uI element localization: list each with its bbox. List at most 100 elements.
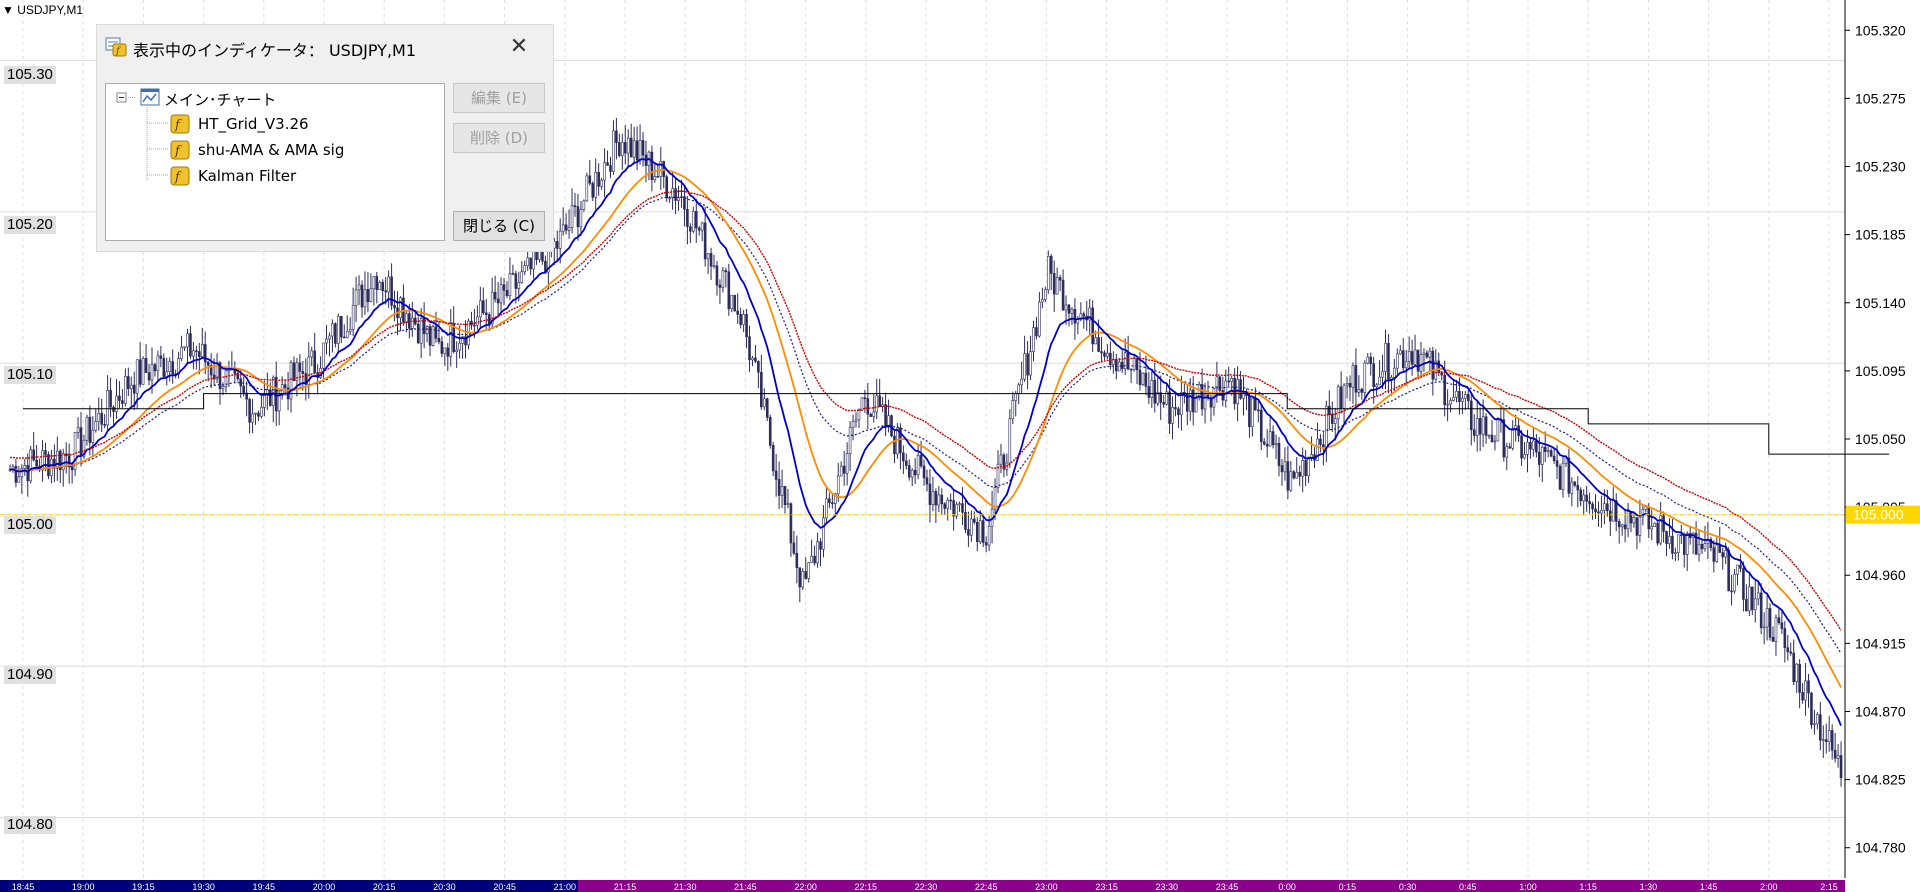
candle-body <box>1762 626 1766 629</box>
candle-body <box>810 555 813 563</box>
candle-body <box>23 465 27 469</box>
candle-body <box>751 357 754 361</box>
candle-body <box>1082 313 1086 317</box>
candle-body <box>511 273 515 275</box>
candle-body <box>1372 363 1375 388</box>
candle-body <box>1067 304 1071 314</box>
candle-body <box>1094 337 1097 345</box>
candle-body <box>1354 365 1358 393</box>
candle-body <box>641 140 645 156</box>
candle-body <box>603 162 606 181</box>
candle-body <box>1029 351 1032 376</box>
tree-item-main-chart[interactable]: メイン･チャート <box>164 89 276 110</box>
candle-body <box>189 333 192 357</box>
time-tick-label: 0:30 <box>1399 882 1417 892</box>
candle-body <box>999 454 1003 465</box>
candle-body <box>1120 361 1124 370</box>
candle-body <box>591 182 595 198</box>
candle-body <box>854 419 858 422</box>
candle-body <box>493 291 497 300</box>
candle-body <box>754 357 757 362</box>
candle-body <box>1668 535 1671 544</box>
candle-body <box>760 371 763 408</box>
candle-body <box>777 479 781 496</box>
candle-body <box>1508 446 1512 449</box>
candle-body <box>1801 692 1804 701</box>
tree-item-indicator[interactable]: shu-AMA & AMA sig <box>198 141 344 159</box>
candle-body <box>88 416 92 443</box>
candle-body <box>600 179 603 187</box>
time-tick-label: 0:00 <box>1278 882 1296 892</box>
candle-body <box>798 567 802 588</box>
candle-body <box>1283 461 1287 473</box>
close-icon[interactable]: ✕ <box>505 33 533 61</box>
candle-body <box>958 503 961 505</box>
candle-body <box>1561 463 1565 490</box>
candle-body <box>502 284 506 291</box>
candle-body <box>1827 730 1831 742</box>
candle-body <box>875 395 879 413</box>
candle-body <box>1582 494 1585 502</box>
edit-button[interactable]: 編集 (E) <box>453 83 545 113</box>
candle-body <box>736 310 739 315</box>
candle-body <box>863 397 867 399</box>
candle-body <box>446 347 450 357</box>
candle-body <box>1635 517 1639 536</box>
candle-body <box>159 355 163 359</box>
candle-body <box>606 162 609 166</box>
candle-body <box>757 361 760 373</box>
candle-body <box>1265 443 1269 447</box>
candle-body <box>1038 301 1041 337</box>
candle-body <box>1404 360 1408 369</box>
time-tick-label: 22:30 <box>915 882 938 892</box>
candle-body <box>97 412 101 422</box>
tree-item-indicator[interactable]: Kalman Filter <box>198 167 296 185</box>
close-button[interactable]: 閉じる (C) <box>453 211 545 241</box>
candle-body <box>1464 394 1467 399</box>
candle-body <box>984 542 988 546</box>
candle-body <box>1700 543 1704 550</box>
candle-body <box>109 390 112 408</box>
candle-body <box>774 470 778 480</box>
time-tick-label: 21:30 <box>674 882 697 892</box>
candle-body <box>76 427 80 433</box>
candle-body <box>1301 460 1304 477</box>
candle-body <box>561 224 565 232</box>
candle-body <box>200 344 204 357</box>
candle-body <box>1449 400 1452 405</box>
time-tick-label: 2:15 <box>1820 882 1838 892</box>
time-tick-label: 18:45 <box>12 882 35 892</box>
candle-body <box>35 459 38 467</box>
candle-body <box>748 336 751 361</box>
candle-body <box>987 526 991 546</box>
candle-body <box>585 175 589 202</box>
candle-body <box>1789 651 1793 654</box>
candle-body <box>789 503 793 544</box>
candle-body <box>1765 608 1769 628</box>
candle-body <box>1339 386 1343 409</box>
candle-body <box>1023 353 1026 380</box>
candle-body <box>928 483 932 505</box>
candle-body <box>1295 471 1299 479</box>
candle-body <box>1325 405 1328 449</box>
candle-body <box>277 395 281 412</box>
candle-body <box>1292 471 1296 479</box>
candle-body <box>399 297 402 319</box>
candle-body <box>56 450 59 469</box>
candle-body <box>499 284 503 304</box>
candle-body <box>192 350 195 357</box>
candle-body <box>742 314 745 325</box>
candle-body <box>1440 372 1444 376</box>
candle-body <box>618 142 621 156</box>
delete-button[interactable]: 削除 (D) <box>453 123 545 153</box>
chart-area[interactable]: 105.320 105.275 105.230 105.185 105.140 105.0… <box>0 0 1920 892</box>
candle-body <box>1650 526 1654 530</box>
candle-body <box>650 151 654 181</box>
time-tick-label: 1:00 <box>1519 882 1537 892</box>
candle-body <box>1549 450 1553 457</box>
candle-body <box>1109 352 1112 365</box>
candle-body <box>298 362 302 372</box>
tree-item-indicator[interactable]: HT_Grid_V3.26 <box>198 115 309 133</box>
candle-body <box>1147 386 1151 398</box>
candle-body <box>162 358 166 377</box>
